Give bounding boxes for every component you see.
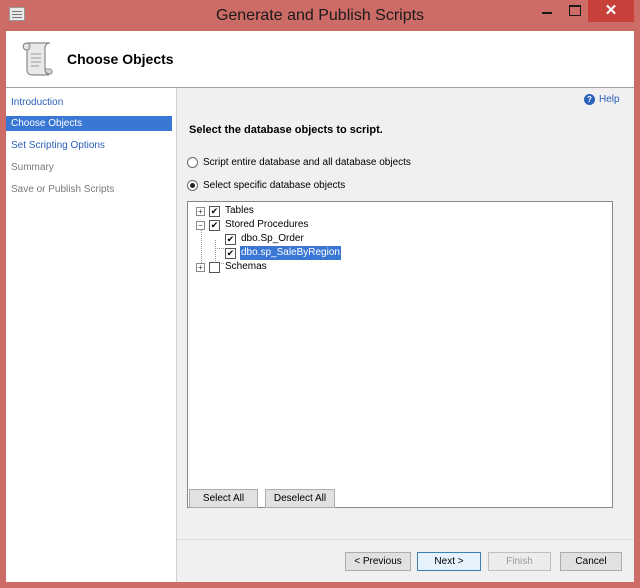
- minimize-button[interactable]: [532, 0, 562, 22]
- previous-button[interactable]: < Previous: [345, 552, 411, 571]
- page-title: Choose Objects: [67, 51, 174, 67]
- checkbox-sp-salebyregion[interactable]: ✔: [225, 248, 236, 259]
- tree-node-label: Tables: [225, 205, 254, 216]
- sidebar-item-introduction[interactable]: Introduction: [6, 95, 172, 110]
- tree-node-sp-salebyregion[interactable]: ✔ dbo.sp_SaleByRegion: [222, 246, 422, 260]
- title-bar[interactable]: Generate and Publish Scripts ✕: [0, 0, 640, 31]
- next-button[interactable]: Next >: [417, 552, 481, 571]
- object-tree[interactable]: + ✔ Tables − ✔ Stored Procedures ✔ dbo.S…: [187, 201, 613, 508]
- checkbox-sp-order[interactable]: ✔: [225, 234, 236, 245]
- option-label: Select specific database objects: [203, 180, 346, 192]
- dialog-body: Choose Objects Introduction Choose Objec…: [6, 31, 634, 582]
- help-label: Help: [599, 94, 620, 106]
- tree-node-label: Schemas: [225, 261, 267, 272]
- section-title: Select the database objects to script.: [189, 124, 383, 136]
- sidebar-item-save-or-publish: Save or Publish Scripts: [11, 184, 115, 195]
- tree-node-label: dbo.sp_SaleByRegion: [240, 246, 341, 260]
- help-icon: ?: [584, 94, 595, 105]
- tree-node-label: dbo.Sp_Order: [241, 233, 304, 244]
- checkbox-stored-procedures[interactable]: ✔: [209, 220, 220, 231]
- tree-node-stored-procedures[interactable]: − ✔ Stored Procedures: [194, 218, 394, 232]
- help-link[interactable]: ? Help: [584, 94, 620, 105]
- collapse-icon[interactable]: −: [196, 221, 205, 230]
- expand-icon[interactable]: +: [196, 207, 205, 216]
- radio-entire-database[interactable]: [187, 157, 198, 168]
- deselect-all-button[interactable]: Deselect All: [265, 489, 335, 508]
- radio-specific-objects[interactable]: [187, 180, 198, 191]
- tree-node-sp-order[interactable]: ✔ dbo.Sp_Order: [222, 232, 422, 246]
- close-button[interactable]: ✕: [588, 0, 634, 22]
- cancel-button[interactable]: Cancel: [560, 552, 622, 571]
- finish-button: Finish: [488, 552, 551, 571]
- option-specific-objects[interactable]: Select specific database objects: [187, 180, 345, 191]
- tree-node-tables[interactable]: + ✔ Tables: [194, 204, 394, 218]
- scroll-icon: [22, 42, 53, 76]
- option-entire-database[interactable]: Script entire database and all database …: [187, 157, 411, 168]
- maximize-button[interactable]: [560, 0, 590, 22]
- wizard-sidebar: Introduction Choose Objects Set Scriptin…: [6, 88, 177, 582]
- wizard-header: Choose Objects: [6, 31, 634, 88]
- divider: [177, 539, 634, 540]
- select-all-button[interactable]: Select All: [189, 489, 258, 508]
- tree-node-label: Stored Procedures: [225, 219, 309, 230]
- sidebar-item-summary: Summary: [11, 162, 54, 173]
- expand-icon[interactable]: +: [196, 263, 205, 272]
- window: Generate and Publish Scripts ✕ Choose Ob…: [0, 0, 640, 588]
- sidebar-item-choose-objects[interactable]: Choose Objects: [6, 116, 172, 131]
- sidebar-item-set-scripting-options[interactable]: Set Scripting Options: [6, 138, 172, 153]
- checkbox-schemas[interactable]: [209, 262, 220, 273]
- tree-node-schemas[interactable]: + Schemas: [194, 260, 394, 274]
- option-label: Script entire database and all database …: [203, 157, 411, 169]
- checkbox-tables[interactable]: ✔: [209, 206, 220, 217]
